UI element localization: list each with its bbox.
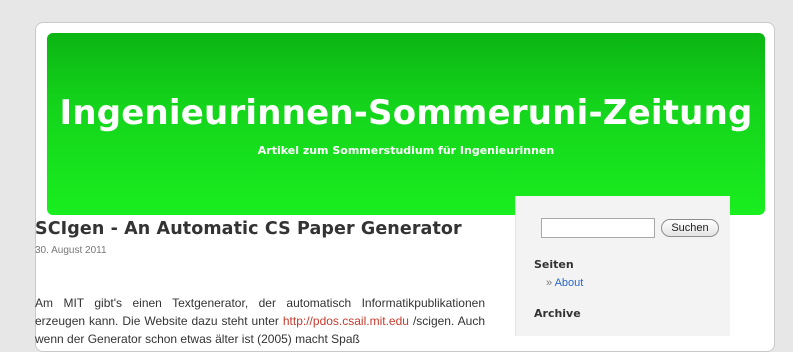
blog-description: Artikel zum Sommerstudium für Ingenieuri…: [257, 144, 555, 157]
search-input[interactable]: [541, 218, 655, 238]
post-date: 30. August 2011: [35, 245, 107, 256]
post-body-line-1: Am MIT gibt's einen Textgenerator, der a…: [35, 296, 485, 310]
post-link[interactable]: http://pdos.csail.mit.edu: [283, 314, 409, 328]
sidebar-item-about[interactable]: » About: [546, 277, 583, 289]
archive-widget-title: Archive: [534, 307, 581, 320]
post-body-line-2: erzeugen kann. Die Website dazu steht un…: [35, 314, 283, 328]
post-title[interactable]: SCIgen - An Automatic CS Paper Generator: [35, 219, 462, 239]
blog-title-link[interactable]: Ingenieurinnen-Sommeruni-Zeitung: [47, 93, 765, 133]
blog-header: Ingenieurinnen-Sommeruni-Zeitung Artikel…: [47, 33, 765, 215]
bullet-icon: »: [546, 277, 553, 289]
search-button[interactable]: Suchen: [661, 219, 719, 237]
sidebar-item-label: About: [554, 277, 584, 289]
post-body: Am MIT gibt's einen Textgenerator, der a…: [35, 294, 485, 348]
sidebar: Suchen Seiten » About Archive: [515, 196, 730, 336]
pages-widget-title: Seiten: [534, 258, 574, 271]
